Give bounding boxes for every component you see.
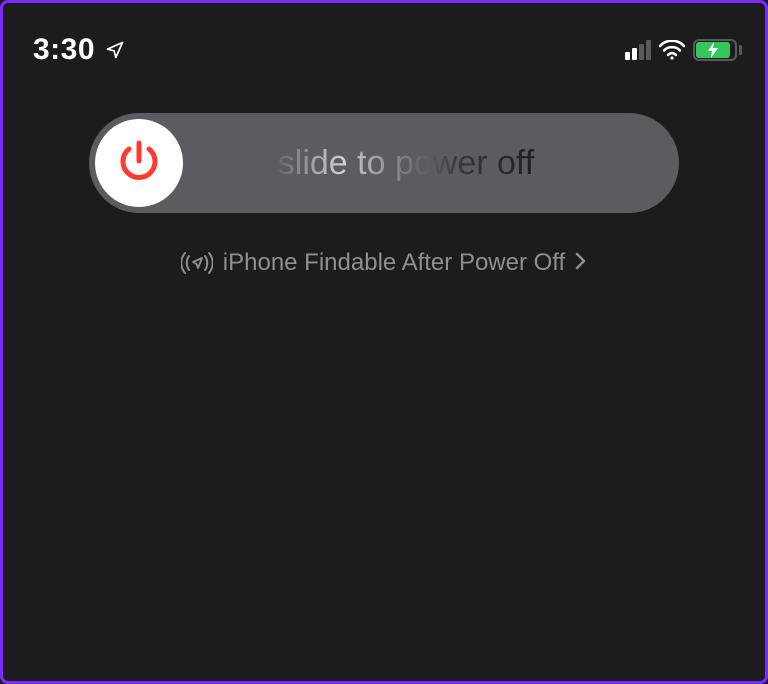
status-right — [625, 39, 737, 61]
power-icon — [115, 137, 163, 190]
status-bar: 3:30 — [3, 3, 765, 75]
power-off-slider-knob[interactable] — [95, 119, 183, 207]
findable-after-power-off-link[interactable]: iPhone Findable After Power Off — [181, 249, 587, 277]
power-off-area: slide to power off iPhone Findable After… — [3, 113, 765, 277]
findable-label: iPhone Findable After Power Off — [223, 249, 565, 277]
power-off-slider-label: slide to power off — [183, 144, 679, 183]
wifi-icon — [659, 40, 685, 60]
find-my-broadcast-icon — [181, 251, 213, 275]
cellular-signal-icon — [625, 40, 651, 60]
battery-charging-icon — [693, 39, 737, 61]
location-services-icon — [105, 40, 125, 60]
power-off-slider[interactable]: slide to power off — [89, 113, 679, 213]
status-left: 3:30 — [33, 33, 125, 67]
chevron-right-icon — [575, 250, 587, 276]
status-time: 3:30 — [33, 33, 95, 67]
